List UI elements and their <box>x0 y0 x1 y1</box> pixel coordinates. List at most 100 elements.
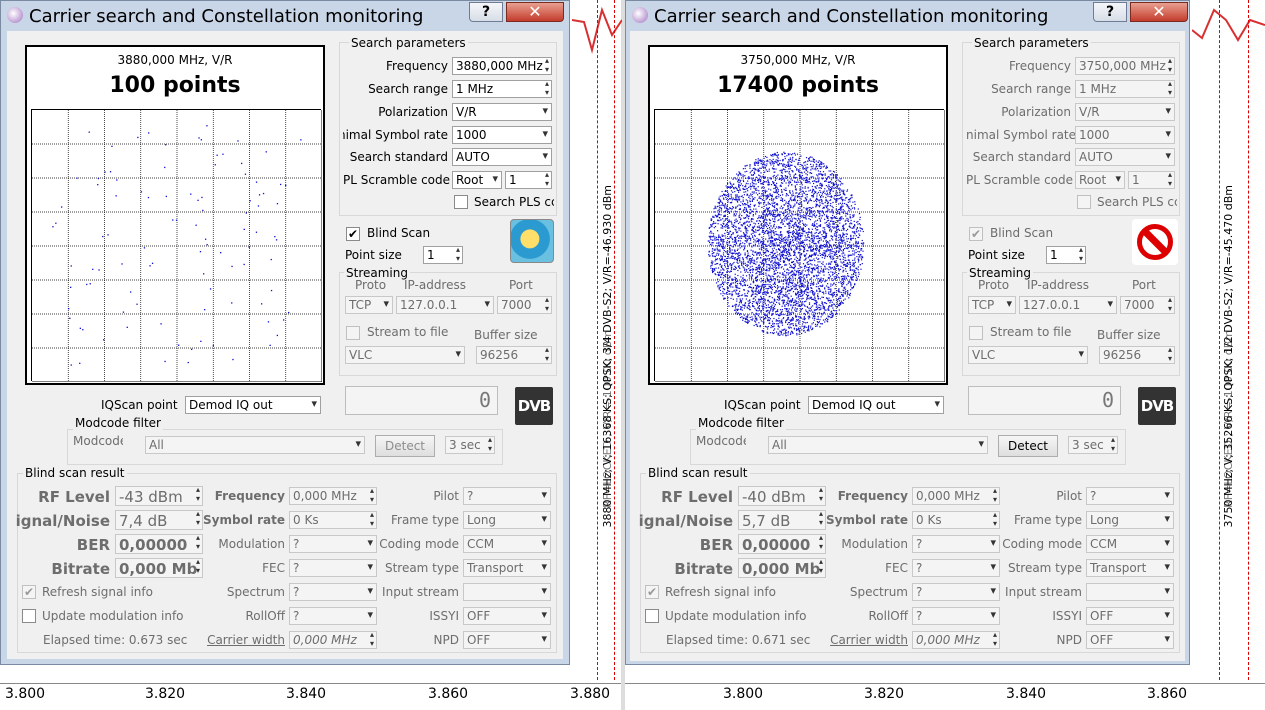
iqscan-select[interactable]: Demod IQ out <box>185 396 321 414</box>
search-standard-label: Search standard <box>972 150 1071 164</box>
help-button[interactable]: ? <box>1093 2 1127 22</box>
axis-tick: 3.800 <box>5 686 46 702</box>
proto-select[interactable]: TCP <box>968 296 1016 314</box>
point-size-input[interactable]: 1 <box>423 246 463 264</box>
spectrum-select[interactable]: ? <box>912 583 1000 601</box>
coding-mode-select[interactable]: CCM <box>463 535 551 553</box>
pilot-select[interactable]: ? <box>463 487 551 505</box>
ip-address-select[interactable]: 127.0.0.1 <box>1019 296 1117 314</box>
blind-scan-checkbox[interactable]: ✔ <box>346 227 360 241</box>
input-stream-select[interactable] <box>1086 583 1174 601</box>
issyi-label: ISSYI <box>1052 609 1082 623</box>
frequency-input[interactable]: 3880,000 MHz <box>452 57 552 75</box>
search-pls-checkbox[interactable] <box>454 195 468 209</box>
search-standard-select[interactable]: AUTO <box>1075 148 1175 166</box>
frame-type-label: Frame type <box>1013 513 1082 527</box>
modulation-select[interactable]: ? <box>912 535 1000 553</box>
buffer-size-input[interactable]: 96256 <box>476 346 552 364</box>
constellation-plot <box>654 109 945 382</box>
bitrate-value: 0,000 Mb <box>738 558 826 578</box>
modcode-filter-label: Modcode filter <box>696 416 786 430</box>
pilot-label: Pilot <box>1056 489 1082 503</box>
issyi-select[interactable]: OFF <box>463 607 551 625</box>
refresh-signal-checkbox[interactable]: ✔ <box>22 585 36 599</box>
player-select[interactable]: VLC <box>345 346 465 364</box>
close-button[interactable]: ✕ <box>506 2 564 22</box>
spectrum-select[interactable]: ? <box>289 583 377 601</box>
close-button[interactable]: ✕ <box>1130 2 1188 22</box>
polarization-select[interactable]: V/R <box>452 103 552 121</box>
detect-seconds-input[interactable]: 3 sec <box>1068 436 1118 454</box>
issyi-select[interactable]: OFF <box>1086 607 1174 625</box>
spectrum-trace-right <box>1192 8 1265 42</box>
refresh-signal-checkbox[interactable]: ✔ <box>645 585 659 599</box>
stop-icon[interactable] <box>1132 219 1178 265</box>
search-standard-select[interactable]: AUTO <box>452 148 552 166</box>
scanner-logo-icon[interactable] <box>510 219 554 263</box>
port-input[interactable]: 7000 <box>497 296 552 314</box>
carrier-width-value: 0,000 MHz <box>912 631 1000 649</box>
carrier-width-link[interactable]: Carrier width <box>203 633 285 647</box>
coding-mode-select[interactable]: CCM <box>1086 535 1174 553</box>
buffer-size-input[interactable]: 96256 <box>1099 346 1175 364</box>
player-select[interactable]: VLC <box>968 346 1088 364</box>
window-title: Carrier search and Constellation monitor… <box>654 6 1049 27</box>
proto-select[interactable]: TCP <box>345 296 393 314</box>
polarization-label: Polarization <box>378 105 448 119</box>
marker-line-right-a <box>1219 0 1220 680</box>
carrier-width-link[interactable]: Carrier width <box>826 633 908 647</box>
frame-type-select[interactable]: Long <box>1086 511 1174 529</box>
pl-mode-select[interactable]: Root <box>1075 171 1125 189</box>
frame-type-select[interactable]: Long <box>463 511 551 529</box>
search-pls-checkbox[interactable] <box>1077 195 1091 209</box>
pilot-select[interactable]: ? <box>1086 487 1174 505</box>
modcode-label: Modcode <box>696 434 746 448</box>
frequency-input[interactable]: 3750,000 MHz <box>1075 57 1175 75</box>
detect-button[interactable]: Detect <box>998 435 1058 457</box>
stream-type-select[interactable]: Transport <box>463 559 551 577</box>
search-parameters-label: Search parameters <box>972 36 1091 50</box>
search-range-input[interactable]: 1 MHz <box>452 80 552 98</box>
npd-select[interactable]: OFF <box>463 631 551 649</box>
marker-line-right-b <box>1248 0 1249 680</box>
modcode-select[interactable]: All <box>768 436 988 454</box>
symbol-rate-select[interactable]: 1000 <box>452 126 552 144</box>
symbol-rate-label: nimal Symbol rate <box>343 128 448 142</box>
rolloff-label: RollOff <box>245 609 285 623</box>
pl-mode-select[interactable]: Root <box>452 171 502 189</box>
rolloff-select[interactable]: ? <box>289 607 377 625</box>
stream-type-select[interactable]: Transport <box>1086 559 1174 577</box>
pl-code-input[interactable]: 1 <box>1128 171 1175 189</box>
fec-select[interactable]: ? <box>912 559 1000 577</box>
iqscan-select[interactable]: Demod IQ out <box>808 396 944 414</box>
coding-mode-label: Coding mode <box>1002 537 1082 551</box>
modcode-select[interactable]: All <box>145 436 365 454</box>
spectrum-readout-left-overlay: RF=LOCKED ; V/R=-100.00 dBm <box>601 330 614 508</box>
detect-button[interactable]: Detect <box>375 435 435 457</box>
point-size-input[interactable]: 1 <box>1046 246 1086 264</box>
stream-to-file-checkbox[interactable] <box>346 326 360 340</box>
port-input[interactable]: 7000 <box>1120 296 1175 314</box>
detect-seconds-input[interactable]: 3 sec <box>445 436 495 454</box>
update-modulation-checkbox[interactable] <box>22 609 36 623</box>
update-modulation-label: Update modulation info <box>665 609 807 623</box>
npd-select[interactable]: OFF <box>1086 631 1174 649</box>
rolloff-select[interactable]: ? <box>912 607 1000 625</box>
modulation-select[interactable]: ? <box>289 535 377 553</box>
constellation-frequency: 3750,000 MHz, V/R <box>740 53 856 67</box>
result-frequency-label: Frequency <box>837 489 908 503</box>
stream-to-file-checkbox[interactable] <box>969 326 983 340</box>
ip-address-select[interactable]: 127.0.0.1 <box>396 296 494 314</box>
polarization-select[interactable]: V/R <box>1075 103 1175 121</box>
blind-scan-checkbox[interactable]: ✔ <box>969 227 983 241</box>
app-icon <box>632 7 648 23</box>
update-modulation-checkbox[interactable] <box>645 609 659 623</box>
fec-select[interactable]: ? <box>289 559 377 577</box>
search-range-input[interactable]: 1 MHz <box>1075 80 1175 98</box>
help-button[interactable]: ? <box>469 2 503 22</box>
symbol-rate-select[interactable]: 1000 <box>1075 126 1175 144</box>
blind-scan-result-label: Blind scan result <box>646 466 750 480</box>
proto-label: Proto <box>355 278 387 292</box>
pl-code-input[interactable]: 1 <box>505 171 552 189</box>
input-stream-select[interactable] <box>463 583 551 601</box>
